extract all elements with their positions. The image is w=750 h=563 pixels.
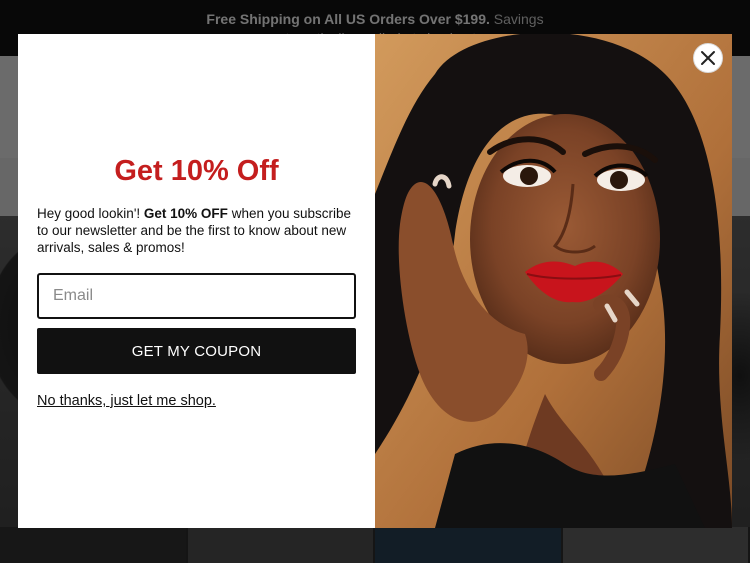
newsletter-popup: Get 10% Off Hey good lookin'! Get 10% OF… — [18, 34, 732, 528]
model-portrait-image — [375, 34, 732, 528]
desc-bold: Get 10% OFF — [143, 206, 228, 221]
decline-link[interactable]: No thanks, just let me shop. — [37, 393, 216, 409]
desc-prefix: Hey good lookin'! — [37, 206, 144, 221]
popup-image — [375, 34, 732, 528]
popup-description: Hey good lookin'! Get 10% OFF when you s… — [37, 205, 359, 256]
close-icon — [701, 51, 715, 65]
popup-title: Get 10% Off — [114, 155, 279, 187]
close-button[interactable] — [693, 43, 723, 73]
email-input[interactable] — [37, 273, 356, 319]
get-coupon-button[interactable]: GET MY COUPON — [37, 328, 356, 374]
popup-content: Get 10% Off Hey good lookin'! Get 10% OF… — [18, 34, 375, 528]
